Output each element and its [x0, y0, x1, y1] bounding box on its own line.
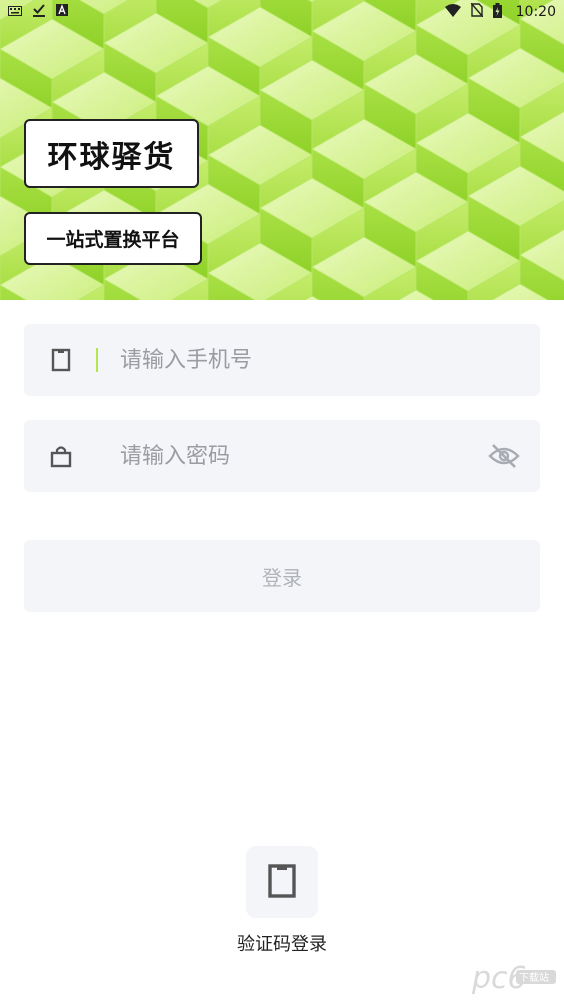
password-field[interactable]	[24, 420, 540, 492]
app-title: 环球驿货	[24, 119, 199, 188]
lock-icon	[50, 444, 72, 468]
clock: 10:20	[515, 4, 556, 20]
no-sim-icon	[470, 2, 484, 21]
phone-icon	[50, 348, 72, 372]
eye-off-icon[interactable]	[488, 442, 520, 470]
password-input[interactable]	[120, 436, 480, 476]
download-check-icon	[32, 3, 46, 21]
battery-charging-icon	[492, 2, 502, 22]
hero-banner: 10:20 环球驿货 一站式置换平台	[0, 0, 564, 300]
keyboard-icon	[8, 4, 22, 20]
sms-login-label[interactable]: 验证码登录	[0, 930, 564, 956]
login-button[interactable]: 登录	[24, 540, 540, 612]
a-badge-icon	[56, 4, 68, 20]
phone-field[interactable]	[24, 324, 540, 396]
phone-input[interactable]	[120, 340, 480, 380]
watermark-logo: pc6 下载站	[470, 958, 560, 996]
status-bar: 10:20	[0, 0, 564, 24]
sms-login-button[interactable]	[246, 846, 318, 918]
wifi-icon	[444, 3, 461, 21]
text-cursor	[96, 348, 98, 372]
svg-text:下载站: 下载站	[519, 971, 549, 984]
app-subtitle: 一站式置换平台	[24, 212, 202, 265]
